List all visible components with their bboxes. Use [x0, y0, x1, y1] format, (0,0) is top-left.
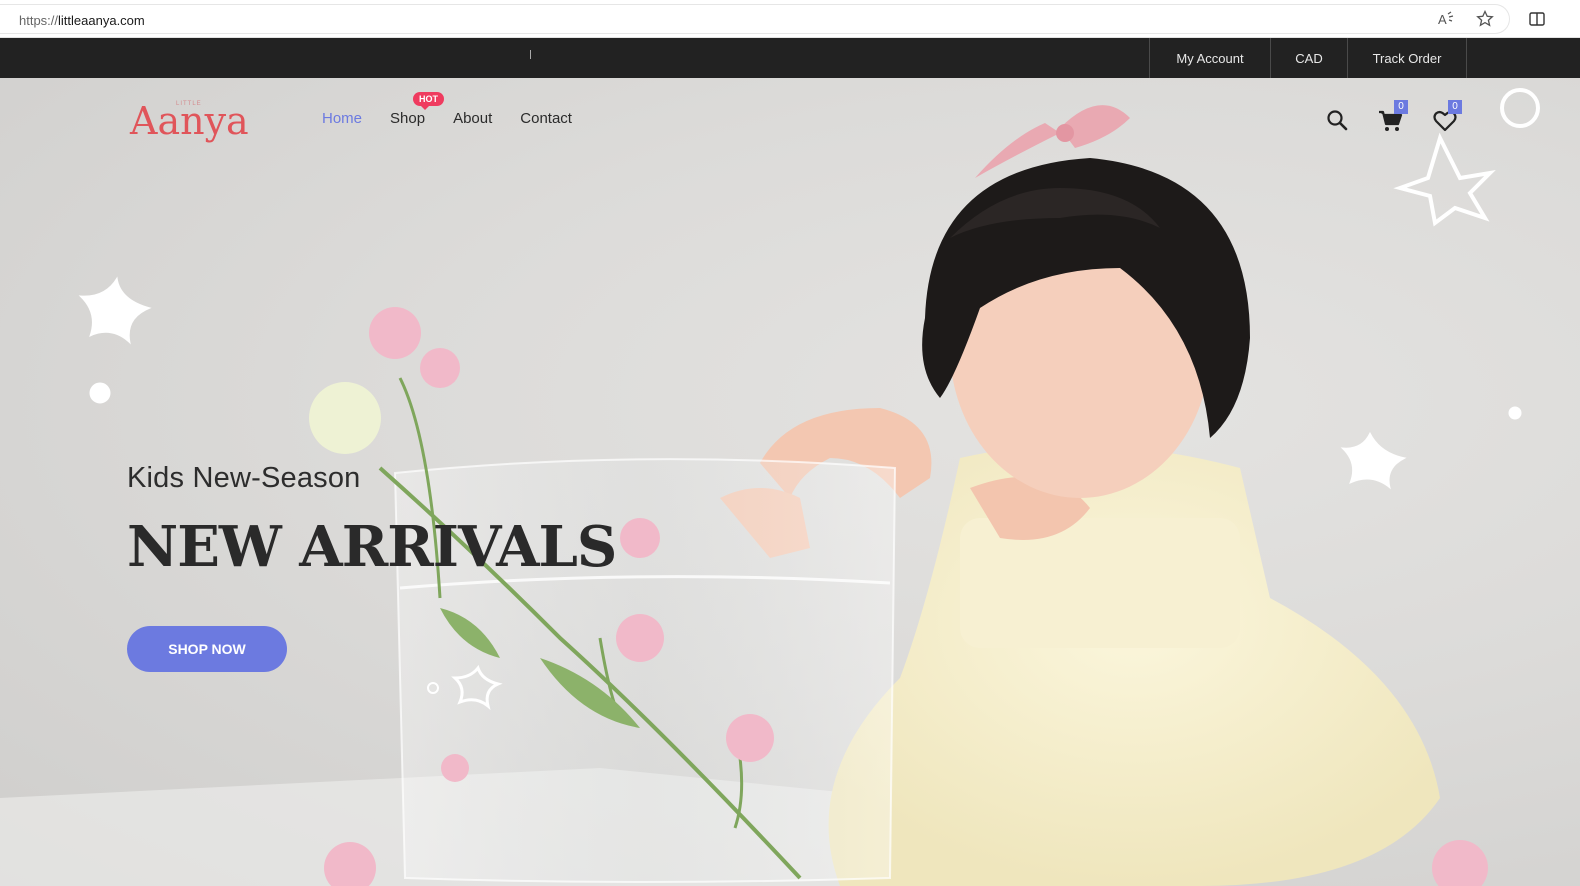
shop-now-button[interactable]: SHOP NOW — [127, 626, 287, 672]
nav-about[interactable]: About — [453, 110, 492, 127]
hot-badge: HOT — [413, 92, 445, 110]
svg-text:Aanya: Aanya — [129, 99, 249, 143]
browser-toolbar: https://littleaanya.com A — [0, 0, 1580, 38]
read-aloud-icon[interactable]: A — [1437, 10, 1455, 28]
cart-count: 0 — [1394, 100, 1408, 114]
split-screen-icon[interactable] — [1528, 10, 1546, 28]
main-nav: Home HOT Shop About Contact — [322, 92, 600, 127]
url-text: https://littleaanya.com — [19, 13, 145, 28]
track-order-link[interactable]: Track Order — [1347, 38, 1467, 78]
hero-banner: LITTLE Aanya Home HOT Shop About Contact… — [0, 78, 1580, 886]
top-utility-bar: My Account CAD Track Order — [0, 38, 1580, 78]
text-cursor — [530, 50, 531, 59]
nav-shop-label: Shop — [390, 110, 426, 127]
nav-shop[interactable]: HOT Shop — [390, 92, 445, 127]
hero-headline: NEW ARRIVALS — [127, 514, 617, 580]
favorite-star-icon[interactable] — [1476, 10, 1494, 28]
wishlist-button[interactable]: 0 — [1432, 100, 1462, 134]
address-bar[interactable]: https://littleaanya.com — [0, 4, 1510, 34]
search-button[interactable] — [1325, 108, 1351, 134]
logo-image: LITTLE Aanya — [129, 99, 249, 143]
wishlist-count: 0 — [1448, 100, 1462, 114]
search-icon — [1327, 110, 1348, 131]
hero-eyebrow: Kids New-Season — [127, 462, 361, 494]
my-account-link[interactable]: My Account — [1149, 38, 1270, 78]
cart-button[interactable]: 0 — [1378, 100, 1408, 134]
svg-text:A: A — [1438, 12, 1447, 27]
site-logo[interactable]: LITTLE Aanya — [128, 94, 250, 144]
currency-selector[interactable]: CAD — [1270, 38, 1347, 78]
nav-home[interactable]: Home — [322, 110, 362, 127]
nav-contact[interactable]: Contact — [520, 110, 572, 127]
